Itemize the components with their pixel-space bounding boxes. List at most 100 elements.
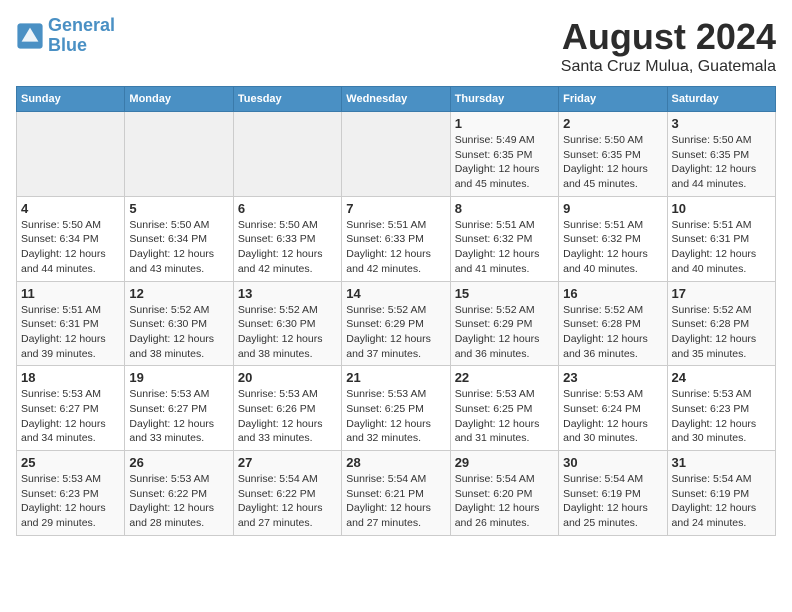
day-info: Sunrise: 5:50 AM Sunset: 6:35 PM Dayligh… [672, 133, 771, 192]
logo-line1: General [48, 15, 115, 35]
calendar-cell: 21Sunrise: 5:53 AM Sunset: 6:25 PM Dayli… [342, 366, 450, 451]
calendar-cell: 8Sunrise: 5:51 AM Sunset: 6:32 PM Daylig… [450, 196, 558, 281]
weekday-header-saturday: Saturday [667, 87, 775, 112]
day-number: 20 [238, 370, 337, 385]
calendar-cell: 22 Sunrise: 5:53 AM Sunset: 6:25 PM Dayli… [450, 366, 558, 451]
day-info: Sunrise: 5:53 AM Sunset: 6:25 PM Dayligh… [346, 387, 445, 446]
logo: General Blue [16, 16, 115, 56]
calendar-week-5: 25Sunrise: 5:53 AM Sunset: 6:23 PM Dayli… [17, 451, 776, 536]
calendar-cell [125, 112, 233, 197]
day-info: Sunrise: 5:50 AM Sunset: 6:34 PM Dayligh… [21, 218, 120, 277]
day-info: Sunrise: 5:54 AM Sunset: 6:21 PM Dayligh… [346, 472, 445, 531]
day-info: Sunrise: 5:54 AM Sunset: 6:20 PM Dayligh… [455, 472, 554, 531]
day-info: Sunrise: 5:52 AM Sunset: 6:30 PM Dayligh… [238, 303, 337, 362]
calendar-cell [233, 112, 341, 197]
calendar-week-4: 18 Sunrise: 5:53 AM Sunset: 6:27 PM Dayli… [17, 366, 776, 451]
calendar-cell: 1 Sunrise: 5:49 AM Sunset: 6:35 PM Daylig… [450, 112, 558, 197]
day-number: 23 [563, 370, 662, 385]
day-info: Sunrise: 5:53 AM Sunset: 6:27 PM Dayligh… [129, 387, 228, 446]
calendar-body: 1 Sunrise: 5:49 AM Sunset: 6:35 PM Daylig… [17, 112, 776, 536]
weekday-header-sunday: Sunday [17, 87, 125, 112]
calendar-cell [342, 112, 450, 197]
calendar-cell: 3 Sunrise: 5:50 AM Sunset: 6:35 PM Daylig… [667, 112, 775, 197]
calendar-cell [17, 112, 125, 197]
calendar-cell: 4 Sunrise: 5:50 AM Sunset: 6:34 PM Daylig… [17, 196, 125, 281]
weekday-header-friday: Friday [559, 87, 667, 112]
day-info: Sunrise: 5:53 AM Sunset: 6:23 PM Dayligh… [672, 387, 771, 446]
calendar-cell: 31 Sunrise: 5:54 AM Sunset: 6:19 PM Dayli… [667, 451, 775, 536]
calendar-cell: 6 Sunrise: 5:50 AM Sunset: 6:33 PM Daylig… [233, 196, 341, 281]
calendar-cell: 30 Sunrise: 5:54 AM Sunset: 6:19 PM Dayli… [559, 451, 667, 536]
day-number: 9 [563, 201, 662, 216]
calendar-cell: 18 Sunrise: 5:53 AM Sunset: 6:27 PM Dayli… [17, 366, 125, 451]
day-info: Sunrise: 5:51 AM Sunset: 6:31 PM Dayligh… [672, 218, 771, 277]
calendar-cell: 7Sunrise: 5:51 AM Sunset: 6:33 PM Daylig… [342, 196, 450, 281]
weekday-header-wednesday: Wednesday [342, 87, 450, 112]
day-number: 11 [21, 286, 120, 301]
day-number: 28 [346, 455, 445, 470]
day-info: Sunrise: 5:52 AM Sunset: 6:30 PM Dayligh… [129, 303, 228, 362]
page-subtitle: Santa Cruz Mulua, Guatemala [561, 58, 776, 76]
day-number: 5 [129, 201, 228, 216]
day-info: Sunrise: 5:49 AM Sunset: 6:35 PM Dayligh… [455, 133, 554, 192]
day-info: Sunrise: 5:50 AM Sunset: 6:34 PM Dayligh… [129, 218, 228, 277]
day-number: 6 [238, 201, 337, 216]
calendar-cell: 20 Sunrise: 5:53 AM Sunset: 6:26 PM Dayli… [233, 366, 341, 451]
day-info: Sunrise: 5:50 AM Sunset: 6:35 PM Dayligh… [563, 133, 662, 192]
day-number: 15 [455, 286, 554, 301]
day-number: 31 [672, 455, 771, 470]
calendar-week-2: 4 Sunrise: 5:50 AM Sunset: 6:34 PM Daylig… [17, 196, 776, 281]
day-number: 24 [672, 370, 771, 385]
day-number: 22 [455, 370, 554, 385]
calendar-cell: 23 Sunrise: 5:53 AM Sunset: 6:24 PM Dayli… [559, 366, 667, 451]
calendar-cell: 25Sunrise: 5:53 AM Sunset: 6:23 PM Dayli… [17, 451, 125, 536]
calendar-week-3: 11 Sunrise: 5:51 AM Sunset: 6:31 PM Dayli… [17, 281, 776, 366]
calendar-cell: 9Sunrise: 5:51 AM Sunset: 6:32 PM Daylig… [559, 196, 667, 281]
page-title: August 2024 [561, 16, 776, 58]
day-number: 26 [129, 455, 228, 470]
calendar-cell: 27Sunrise: 5:54 AM Sunset: 6:22 PM Dayli… [233, 451, 341, 536]
calendar-table: SundayMondayTuesdayWednesdayThursdayFrid… [16, 86, 776, 536]
day-number: 17 [672, 286, 771, 301]
day-info: Sunrise: 5:53 AM Sunset: 6:22 PM Dayligh… [129, 472, 228, 531]
day-info: Sunrise: 5:54 AM Sunset: 6:19 PM Dayligh… [563, 472, 662, 531]
day-info: Sunrise: 5:54 AM Sunset: 6:19 PM Dayligh… [672, 472, 771, 531]
day-number: 2 [563, 116, 662, 131]
calendar-cell: 13 Sunrise: 5:52 AM Sunset: 6:30 PM Dayli… [233, 281, 341, 366]
calendar-cell: 29Sunrise: 5:54 AM Sunset: 6:20 PM Dayli… [450, 451, 558, 536]
day-info: Sunrise: 5:53 AM Sunset: 6:26 PM Dayligh… [238, 387, 337, 446]
calendar-cell: 26 Sunrise: 5:53 AM Sunset: 6:22 PM Dayli… [125, 451, 233, 536]
day-number: 13 [238, 286, 337, 301]
calendar-cell: 10Sunrise: 5:51 AM Sunset: 6:31 PM Dayli… [667, 196, 775, 281]
calendar-cell: 19 Sunrise: 5:53 AM Sunset: 6:27 PM Dayli… [125, 366, 233, 451]
day-number: 27 [238, 455, 337, 470]
day-number: 7 [346, 201, 445, 216]
day-info: Sunrise: 5:52 AM Sunset: 6:29 PM Dayligh… [455, 303, 554, 362]
weekday-header-row: SundayMondayTuesdayWednesdayThursdayFrid… [17, 87, 776, 112]
weekday-header-monday: Monday [125, 87, 233, 112]
calendar-cell: 28 Sunrise: 5:54 AM Sunset: 6:21 PM Dayli… [342, 451, 450, 536]
calendar-cell: 15 Sunrise: 5:52 AM Sunset: 6:29 PM Dayli… [450, 281, 558, 366]
day-info: Sunrise: 5:52 AM Sunset: 6:29 PM Dayligh… [346, 303, 445, 362]
day-number: 12 [129, 286, 228, 301]
calendar-cell: 2 Sunrise: 5:50 AM Sunset: 6:35 PM Daylig… [559, 112, 667, 197]
day-number: 16 [563, 286, 662, 301]
calendar-cell: 14 Sunrise: 5:52 AM Sunset: 6:29 PM Dayli… [342, 281, 450, 366]
day-number: 3 [672, 116, 771, 131]
day-info: Sunrise: 5:53 AM Sunset: 6:23 PM Dayligh… [21, 472, 120, 531]
calendar-cell: 16Sunrise: 5:52 AM Sunset: 6:28 PM Dayli… [559, 281, 667, 366]
day-info: Sunrise: 5:52 AM Sunset: 6:28 PM Dayligh… [672, 303, 771, 362]
day-number: 4 [21, 201, 120, 216]
day-number: 14 [346, 286, 445, 301]
day-number: 1 [455, 116, 554, 131]
day-info: Sunrise: 5:53 AM Sunset: 6:27 PM Dayligh… [21, 387, 120, 446]
day-number: 18 [21, 370, 120, 385]
day-number: 30 [563, 455, 662, 470]
day-info: Sunrise: 5:51 AM Sunset: 6:31 PM Dayligh… [21, 303, 120, 362]
day-info: Sunrise: 5:53 AM Sunset: 6:25 PM Dayligh… [455, 387, 554, 446]
calendar-cell: 17 Sunrise: 5:52 AM Sunset: 6:28 PM Dayli… [667, 281, 775, 366]
day-info: Sunrise: 5:53 AM Sunset: 6:24 PM Dayligh… [563, 387, 662, 446]
day-info: Sunrise: 5:50 AM Sunset: 6:33 PM Dayligh… [238, 218, 337, 277]
day-number: 19 [129, 370, 228, 385]
weekday-header-thursday: Thursday [450, 87, 558, 112]
